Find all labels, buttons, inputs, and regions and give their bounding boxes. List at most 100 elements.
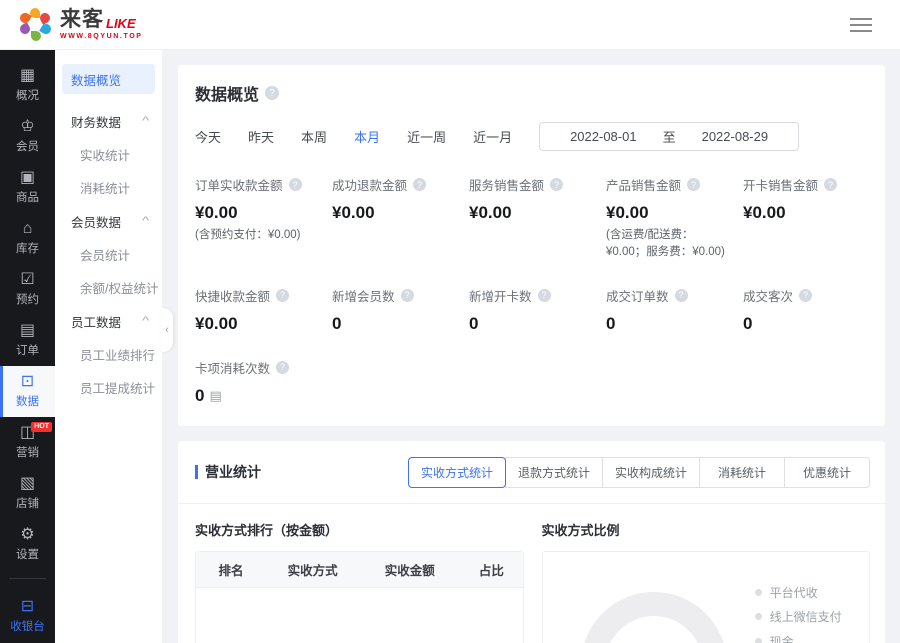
legend-dot-icon (755, 613, 762, 620)
submenu-item[interactable]: 员工数据 ^ (55, 304, 162, 338)
ratio-chart-box: 总金额 ¥0.00 平台代收 (542, 551, 871, 643)
submenu-item[interactable]: 消耗统计 (55, 171, 162, 204)
sidebar-item[interactable]: ⚙ 设置 (0, 519, 55, 570)
sidebar-item[interactable]: ♔ 会员 (0, 111, 55, 162)
stat-value: 0 (332, 314, 341, 334)
sidebar-item-cashier[interactable]: ⊟ 收银台 (0, 587, 55, 643)
ratio-panel-title: 实收方式比例 (542, 520, 871, 539)
submenu-item[interactable]: 员工业绩排行 (55, 338, 162, 371)
help-icon[interactable]: ? (538, 289, 551, 302)
submenu-item[interactable]: 会员数据 ^ (55, 204, 162, 238)
brand-flower-icon (18, 8, 52, 42)
stat-label: 开卡销售金额 (743, 175, 818, 194)
stat-value: ¥0.00 (469, 203, 512, 223)
business-stats-card: 营业统计 实收方式统计 退款方式统计 实收构成统计 消耗统计 优惠统计 (178, 441, 885, 643)
legend-item[interactable]: 线上微信支付 (755, 608, 855, 625)
overview-card: 数据概览 ? 今天 昨天 本周 本月 近一周 (178, 65, 885, 426)
date-filter-option[interactable]: 本月 (354, 127, 380, 146)
payment-ratio-panel: 实收方式比例 总金额 ¥0.00 (542, 520, 871, 643)
brand-logo: 来客 LIKE WWW.8QYUN.TOP (18, 8, 143, 42)
help-icon[interactable]: ? (413, 178, 426, 191)
stat-value: ¥0.00 (606, 203, 649, 223)
sidebar-item-label: 预约 (16, 291, 39, 307)
help-icon[interactable]: ? (265, 86, 279, 100)
brand-suffix: LIKE (106, 17, 136, 30)
sidebar-collapse-handle[interactable]: ‹ (161, 308, 173, 352)
sidebar-item[interactable]: ▤ 订单 (0, 315, 55, 366)
date-filter-option[interactable]: 昨天 (248, 127, 274, 146)
legend-item[interactable]: 平台代收 (755, 584, 855, 601)
sidebar-item-icon: ▣ (20, 170, 35, 186)
stat-value: 0 (195, 386, 204, 406)
legend-label: 平台代收 (770, 584, 818, 601)
sidebar-item-icon: ⌂ (23, 221, 33, 237)
stats-tab[interactable]: 实收方式统计 (408, 457, 506, 488)
submenu-item[interactable]: 实收统计 (55, 138, 162, 171)
rank-table-column: 排名 (196, 552, 266, 587)
sidebar-item[interactable]: ⊡ 数据 (0, 366, 55, 417)
rank-table-column: 实收方式 (266, 552, 359, 587)
stat-item: 产品销售金额 ? ¥0.00 (含运费/配送费：¥0.00；服务费：¥0.00) (606, 175, 731, 262)
help-icon[interactable]: ? (550, 178, 563, 191)
rank-table: 排名 实收方式 实收金额 占比 (195, 551, 524, 643)
date-filter-option[interactable]: 近一周 (407, 127, 446, 146)
brand-domain: WWW.8QYUN.TOP (60, 33, 143, 40)
sidebar-item-icon: ▧ (20, 476, 35, 492)
sidebar-item[interactable]: ▦ 概况 (0, 60, 55, 111)
sidebar-item-icon: ♔ (20, 119, 34, 135)
help-icon[interactable]: ? (276, 289, 289, 302)
sidebar-item-label: 会员 (16, 138, 39, 154)
date-filter-option[interactable]: 本周 (301, 127, 327, 146)
stat-value: ¥0.00 (195, 203, 238, 223)
top-header: 来客 LIKE WWW.8QYUN.TOP (0, 0, 900, 50)
stats-tab[interactable]: 退款方式统计 (505, 457, 603, 488)
stats-tab[interactable]: 实收构成统计 (602, 457, 700, 488)
legend-item[interactable]: 现金 (755, 633, 855, 643)
help-icon[interactable]: ? (401, 289, 414, 302)
submenu-item[interactable]: 财务数据 ^ (55, 104, 162, 138)
stat-label: 快捷收款金额 (195, 286, 270, 305)
stat-item: 订单实收款金额 ? ¥0.00 (含预约支付：¥0.00) (195, 175, 320, 262)
card-detail-icon[interactable]: ▤ (209, 388, 221, 404)
help-icon[interactable]: ? (276, 361, 289, 374)
submenu-item[interactable]: 会员统计 (55, 238, 162, 271)
date-range-picker[interactable]: 2022-08-01 至 2022-08-29 (539, 122, 799, 151)
stats-tab[interactable]: 优惠统计 (784, 457, 870, 488)
submenu-item[interactable]: 员工提成统计 (55, 371, 162, 404)
sidebar-item-label: 设置 (16, 546, 39, 562)
sidebar-item-icon: ⊡ (21, 374, 34, 390)
date-filter-option[interactable]: 近一月 (473, 127, 512, 146)
stats-tab[interactable]: 消耗统计 (699, 457, 785, 488)
date-filter-option[interactable]: 今天 (195, 127, 221, 146)
help-icon[interactable]: ? (289, 178, 302, 191)
hamburger-menu-icon[interactable] (850, 14, 872, 36)
date-start: 2022-08-01 (570, 129, 637, 144)
stats-tab-group: 实收方式统计 退款方式统计 实收构成统计 消耗统计 优惠统计 (409, 457, 870, 488)
quick-date-filters: 今天 昨天 本周 本月 近一周 近一月 (195, 127, 539, 146)
sidebar-item[interactable]: ☑ 预约 (0, 264, 55, 315)
stat-item: 服务销售金额 ? ¥0.00 (469, 175, 594, 262)
submenu-items: 数据概览 财务数据 ^ 实收统计 消耗统计 (55, 64, 162, 404)
secondary-sidebar: 数据概览 财务数据 ^ 实收统计 消耗统计 (55, 50, 163, 643)
help-icon[interactable]: ? (675, 289, 688, 302)
help-icon[interactable]: ? (824, 178, 837, 191)
stat-item: 快捷收款金额 ? ¥0.00 (195, 286, 320, 334)
sidebar-item[interactable]: ▧ 店铺 (0, 468, 55, 519)
sidebar-item-icon: ▤ (20, 323, 35, 339)
sidebar-item-label: 营销 (16, 444, 39, 460)
help-icon[interactable]: ? (799, 289, 812, 302)
primary-sidebar: ▦ 概况 ♔ 会员 ▣ 商品 ⌂ 库存 (0, 50, 55, 643)
legend-label: 现金 (770, 633, 794, 643)
stat-label: 成交客次 (743, 286, 793, 305)
hot-badge: HOT (31, 422, 52, 432)
chevron-left-icon: ‹ (165, 324, 169, 336)
legend-dot-icon (755, 589, 762, 596)
submenu-item[interactable]: 余额/权益统计 (55, 271, 162, 304)
sidebar-item[interactable]: ⌂ 库存 (0, 213, 55, 264)
sidebar-item[interactable]: ▣ 商品 (0, 162, 55, 213)
sidebar-item-label: 概况 (16, 87, 39, 103)
help-icon[interactable]: ? (687, 178, 700, 191)
submenu-item[interactable]: 数据概览 (62, 64, 155, 94)
sidebar-item[interactable]: HOT ◫ 营销 (0, 417, 55, 468)
stat-label: 服务销售金额 (469, 175, 544, 194)
